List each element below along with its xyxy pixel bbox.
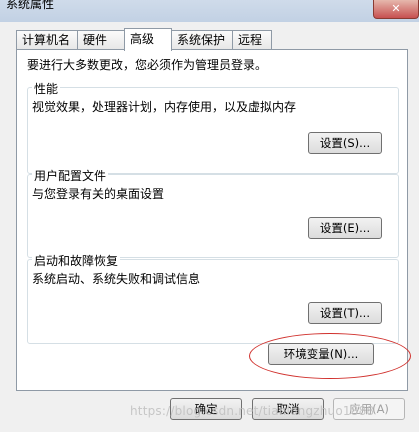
window-title: 系统属性 (6, 0, 55, 11)
system-properties-window: 系统属性 ✕ 计算机名 硬件 高级 系统保护 远程 要进行大多数更改，您必须作为… (0, 0, 419, 432)
tab-system-protection[interactable]: 系统保护 (171, 30, 233, 50)
close-button[interactable]: ✕ (373, 0, 419, 19)
tab-remote[interactable]: 远程 (232, 30, 272, 50)
tab-hardware[interactable]: 硬件 (77, 30, 125, 50)
startup-recovery-group: 启动和故障恢复 系统启动、系统失败和调试信息 设置(T)... (27, 252, 399, 344)
startup-recovery-title: 启动和故障恢复 (32, 252, 121, 269)
admin-note: 要进行大多数更改，您必须作为管理员登录。 (27, 58, 268, 72)
user-profiles-desc: 与您登录有关的桌面设置 (32, 187, 165, 201)
user-profiles-title: 用户配置文件 (32, 167, 109, 184)
watermark-text: https://blog.csdn.net/tianlongzhuo1888 (130, 404, 375, 418)
startup-recovery-desc: 系统启动、系统失败和调试信息 (32, 272, 201, 286)
performance-group: 性能 视觉效果，处理器计划，内存使用，以及虚拟内存 设置(S)... (27, 80, 399, 174)
performance-settings-button[interactable]: 设置(S)... (308, 132, 382, 154)
tab-computer-name[interactable]: 计算机名 (16, 30, 78, 50)
tab-advanced[interactable]: 高级 (124, 28, 172, 51)
environment-variables-button[interactable]: 环境变量(N)... (268, 343, 374, 365)
performance-desc: 视觉效果，处理器计划，内存使用，以及虚拟内存 (32, 100, 297, 114)
dialog-body: 计算机名 硬件 高级 系统保护 远程 要进行大多数更改，您必须作为管理员登录。 … (6, 22, 413, 432)
user-profiles-group: 用户配置文件 与您登录有关的桌面设置 设置(E)... (27, 167, 399, 258)
startup-recovery-settings-button[interactable]: 设置(T)... (308, 302, 382, 324)
title-bar: 系统属性 ✕ (0, 0, 419, 22)
performance-title: 性能 (32, 80, 61, 97)
user-profiles-settings-button[interactable]: 设置(E)... (308, 217, 382, 239)
